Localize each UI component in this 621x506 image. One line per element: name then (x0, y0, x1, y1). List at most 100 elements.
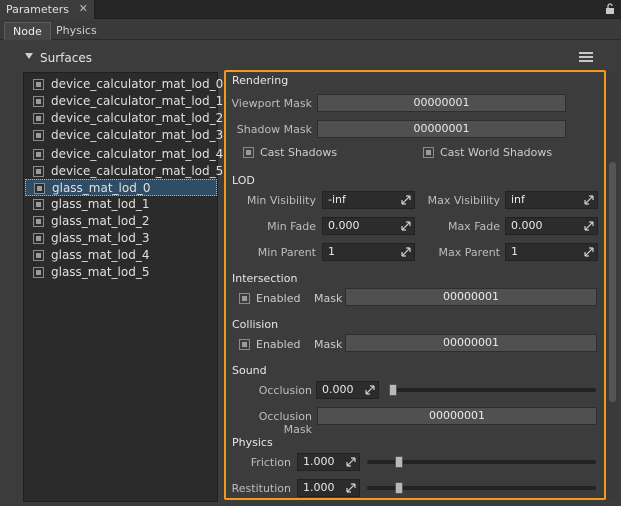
viewport-mask-field[interactable]: 00000001 (317, 94, 566, 112)
restitution-slider-handle[interactable] (394, 482, 403, 494)
surface-name: glass_mat_lod_1 (51, 197, 150, 211)
min-fade-value: 0.000 (328, 219, 360, 232)
list-item[interactable]: glass_mat_lod_1 (25, 196, 217, 213)
occlusion-mask-field[interactable]: 00000001 (317, 407, 597, 425)
list-item[interactable]: glass_mat_lod_4 (25, 247, 217, 264)
list-item[interactable]: glass_mat_lod_0 (25, 179, 217, 196)
occlusion-slider-track[interactable] (389, 388, 596, 392)
max-fade-field[interactable]: 0.000 (505, 217, 598, 235)
rendering-section-title: Rendering (232, 74, 289, 87)
collision-mask-field[interactable]: 00000001 (345, 334, 597, 352)
min-parent-field[interactable]: 1 (322, 243, 415, 261)
occlusion-field[interactable]: 0.000 (316, 381, 379, 399)
surface-name: glass_mat_lod_2 (51, 214, 150, 228)
occlusion-value: 0.000 (322, 383, 354, 396)
scrollbar-thumb[interactable] (609, 162, 616, 402)
surface-enabled-checkbox[interactable] (33, 166, 44, 177)
min-parent-label: Min Parent (257, 246, 316, 259)
surface-name: device_calculator_mat_lod_0 (51, 77, 224, 91)
surface-enabled-checkbox[interactable] (33, 96, 44, 107)
shadow-mask-label: Shadow Mask (236, 123, 312, 136)
restitution-value: 1.000 (303, 481, 335, 494)
surface-name: glass_mat_lod_0 (52, 181, 151, 195)
surface-enabled-checkbox[interactable] (33, 149, 44, 160)
restitution-field[interactable]: 1.000 (297, 479, 360, 497)
lock-icon[interactable] (605, 3, 615, 15)
collision-enabled-checkbox[interactable] (239, 339, 250, 350)
list-item[interactable]: glass_mat_lod_5 (25, 264, 217, 281)
drag-arrows-icon[interactable] (346, 483, 356, 493)
friction-label: Friction (250, 456, 291, 469)
cast-shadows-checkbox[interactable] (243, 147, 254, 158)
drag-arrows-icon[interactable] (401, 247, 411, 257)
min-visibility-label: Min Visibility (246, 194, 316, 207)
surface-enabled-checkbox[interactable] (33, 250, 44, 261)
max-parent-label: Max Parent (438, 246, 500, 259)
intersection-enabled-checkbox[interactable] (239, 293, 250, 304)
surfaces-title: Surfaces (40, 51, 92, 65)
parameters-panel-tab[interactable]: Parameters ✕ (0, 0, 95, 19)
collapse-caret-icon[interactable] (25, 53, 33, 59)
list-item[interactable]: device_calculator_mat_lod_0 (25, 76, 223, 93)
close-icon[interactable]: ✕ (79, 2, 88, 15)
surface-name: device_calculator_mat_lod_1 (51, 94, 224, 108)
title-bar: Parameters ✕ (0, 0, 621, 19)
intersection-section-title: Intersection (232, 272, 298, 285)
surface-name: device_calculator_mat_lod_2 (51, 111, 224, 125)
drag-arrows-icon[interactable] (401, 221, 411, 231)
tab-node[interactable]: Node (4, 22, 51, 40)
surface-enabled-checkbox[interactable] (33, 267, 44, 278)
list-item[interactable]: device_calculator_mat_lod_2 (25, 110, 223, 127)
list-item[interactable]: glass_mat_lod_2 (25, 213, 217, 230)
surface-enabled-checkbox[interactable] (33, 113, 44, 124)
drag-arrows-icon[interactable] (584, 247, 594, 257)
cast-shadows-label: Cast Shadows (260, 146, 338, 159)
drag-arrows-icon[interactable] (584, 221, 594, 231)
list-item[interactable]: device_calculator_mat_lod_4 (25, 146, 223, 163)
min-fade-field[interactable]: 0.000 (322, 217, 415, 235)
drag-arrows-icon[interactable] (401, 195, 411, 205)
surfaces-header: Surfaces (0, 41, 621, 71)
surface-enabled-checkbox[interactable] (33, 79, 44, 90)
panel-title: Parameters (6, 3, 69, 16)
list-item[interactable]: device_calculator_mat_lod_3 (25, 127, 223, 144)
occlusion-slider-handle[interactable] (389, 384, 397, 396)
intersection-enabled-label: Enabled (256, 292, 301, 305)
surface-enabled-checkbox[interactable] (33, 199, 44, 210)
surface-enabled-checkbox[interactable] (33, 233, 44, 244)
friction-field[interactable]: 1.000 (297, 453, 360, 471)
max-fade-value: 0.000 (511, 219, 543, 232)
menu-icon[interactable] (579, 52, 593, 62)
surface-enabled-checkbox[interactable] (34, 183, 45, 194)
cast-world-shadows-checkbox[interactable] (423, 147, 434, 158)
drag-arrows-icon[interactable] (346, 457, 356, 467)
list-item[interactable]: device_calculator_mat_lod_5 (25, 163, 223, 180)
surface-name: device_calculator_mat_lod_4 (51, 147, 224, 161)
max-visibility-label: Max Visibility (427, 194, 500, 207)
collision-mask-label: Mask (314, 338, 343, 351)
surface-properties-panel: Rendering Viewport Mask 00000001 Shadow … (224, 70, 606, 500)
lod-section-title: LOD (232, 174, 255, 187)
list-item[interactable]: glass_mat_lod_3 (25, 230, 217, 247)
occlusion-label: Occlusion (258, 384, 312, 397)
max-parent-field[interactable]: 1 (505, 243, 598, 261)
surface-enabled-checkbox[interactable] (33, 216, 44, 227)
friction-slider-handle[interactable] (394, 456, 403, 468)
drag-arrows-icon[interactable] (584, 195, 594, 205)
surface-name: glass_mat_lod_4 (51, 248, 150, 262)
surface-list[interactable]: device_calculator_mat_lod_0 device_calcul… (23, 72, 223, 502)
intersection-mask-field[interactable]: 00000001 (345, 288, 597, 306)
surface-enabled-checkbox[interactable] (33, 130, 44, 141)
max-visibility-field[interactable]: inf (505, 191, 598, 209)
surface-name: device_calculator_mat_lod_3 (51, 128, 224, 142)
intersection-mask-label: Mask (314, 292, 343, 305)
cast-world-shadows-label: Cast World Shadows (440, 146, 553, 159)
min-visibility-field[interactable]: -inf (322, 191, 415, 209)
drag-arrows-icon[interactable] (365, 385, 375, 395)
min-parent-value: 1 (328, 245, 335, 258)
shadow-mask-field[interactable]: 00000001 (317, 120, 566, 138)
list-item[interactable]: device_calculator_mat_lod_1 (25, 93, 223, 110)
friction-value: 1.000 (303, 455, 335, 468)
properties-scrollbar[interactable] (607, 72, 618, 500)
tab-physics[interactable]: Physics (48, 22, 105, 40)
